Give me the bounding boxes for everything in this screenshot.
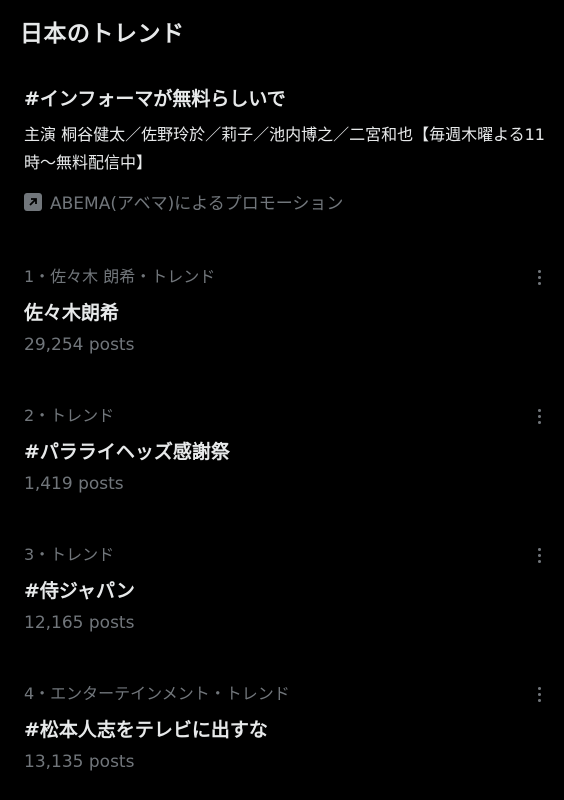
more-options-icon[interactable] [529,266,549,288]
trend-post-count: 29,254 posts [24,335,135,355]
promoted-trend-title: #インフォーマが無料らしいで [24,88,286,110]
more-options-icon[interactable] [529,683,549,705]
trend-meta: 2・トレンド [24,406,115,425]
trend-item[interactable]: 3・トレンド #侍ジャパン 12,165 posts [24,544,549,634]
promoted-trend[interactable]: #インフォーマが無料らしいで 主演 桐谷健太／佐野玲於／莉子／池内博之／二宮和也… [24,86,549,214]
trend-name: #パラライヘッズ感謝祭 [24,441,230,463]
more-options-icon[interactable] [529,405,549,427]
more-options-icon[interactable] [529,544,549,566]
trend-name: #松本人志をテレビに出すな [24,719,268,741]
page-title: 日本のトレンド [20,21,185,47]
trend-meta: 4・エンターテインメント・トレンド [24,684,290,703]
promoted-by-label: ABEMA(アベマ)によるプロモーション [50,194,344,214]
trend-meta: 1・佐々木 朗希・トレンド [24,267,216,286]
trend-item[interactable]: 2・トレンド #パラライヘッズ感謝祭 1,419 posts [24,405,549,495]
trend-post-count: 12,165 posts [24,613,135,633]
trend-item[interactable]: 4・エンターテインメント・トレンド #松本人志をテレビに出すな 13,135 p… [24,683,549,773]
promoted-trend-description: 主演 桐谷健太／佐野玲於／莉子／池内博之／二宮和也【毎週木曜よる11時～無料配信… [24,125,545,172]
trend-name: 佐々木朗希 [24,302,120,324]
promoted-arrow-icon [24,192,42,211]
trend-item[interactable]: 1・佐々木 朗希・トレンド 佐々木朗希 29,254 posts [24,266,549,356]
trend-post-count: 1,419 posts [24,474,124,494]
trend-post-count: 13,135 posts [24,752,135,772]
promoted-by: ABEMA(アベマ)によるプロモーション [24,189,549,214]
trend-meta: 3・トレンド [24,545,115,564]
trends-page: 日本のトレンド #インフォーマが無料らしいで 主演 桐谷健太／佐野玲於／莉子／池… [0,0,564,800]
trend-name: #侍ジャパン [24,580,135,602]
